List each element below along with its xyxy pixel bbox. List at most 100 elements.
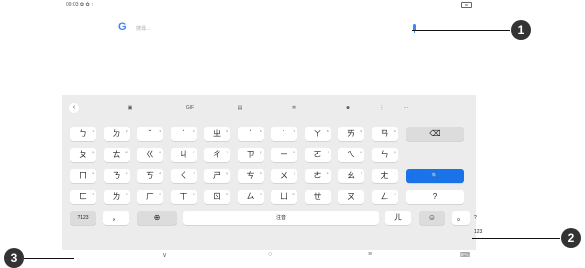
document-icon[interactable]: ▤ bbox=[230, 105, 250, 111]
callout-2: 2 bbox=[561, 228, 581, 248]
delete-key[interactable]: ⌫ bbox=[406, 127, 464, 141]
key-2[interactable]: ㄉ2 bbox=[103, 127, 130, 141]
key-y[interactable]: ㄗy bbox=[237, 148, 264, 162]
question-key[interactable]: ? bbox=[406, 190, 464, 204]
key-6[interactable]: ˊ6 bbox=[237, 127, 264, 141]
key-f[interactable]: ㄑf bbox=[170, 169, 197, 183]
er-key[interactable]: ㄦ bbox=[385, 211, 411, 225]
nav-recents-icon[interactable]: ≡ bbox=[368, 251, 372, 258]
battery-icon: 80 bbox=[461, 2, 472, 8]
key-hint: v bbox=[193, 192, 195, 196]
key-r[interactable]: ㄐr bbox=[170, 148, 197, 162]
key-hint: e bbox=[159, 150, 161, 154]
symbols-key[interactable]: ?123 bbox=[70, 211, 96, 225]
callout-1: 1 bbox=[511, 20, 531, 40]
key-n[interactable]: ㄙn bbox=[237, 190, 264, 204]
status-time: 09:03 ✿ ✿ ↑ bbox=[66, 2, 94, 8]
key-;[interactable]: ㄤ; bbox=[371, 169, 398, 183]
key-hint: f bbox=[193, 171, 195, 175]
key-3[interactable]: ˇ3 bbox=[137, 127, 163, 141]
more-icon[interactable]: ⋮ bbox=[372, 105, 392, 111]
callout-line-1 bbox=[412, 30, 510, 31]
key-hint: i bbox=[327, 150, 329, 154]
key-u[interactable]: ㄧu bbox=[271, 148, 297, 162]
globe-key[interactable]: ⊕ bbox=[137, 211, 177, 225]
key-8[interactable]: ㄚ8 bbox=[304, 127, 331, 141]
gif-button[interactable]: GIF bbox=[180, 105, 200, 111]
key-hint: 1 bbox=[92, 129, 94, 133]
callout-3: 3 bbox=[4, 248, 24, 268]
key-hint: ; bbox=[394, 171, 396, 175]
key-hint: 3 bbox=[159, 129, 161, 133]
back-icon[interactable]: ‹ bbox=[69, 103, 79, 113]
search-bar[interactable]: G 搜尋... bbox=[118, 21, 418, 37]
key-.[interactable]: ㄡ. bbox=[338, 190, 364, 204]
key-hint: u bbox=[293, 150, 295, 154]
search-input[interactable]: 搜尋... bbox=[136, 25, 150, 32]
key-7[interactable]: ˙ 7 bbox=[271, 127, 297, 141]
clipboard-icon[interactable]: ▣ bbox=[120, 105, 140, 111]
callout-line-2 bbox=[472, 238, 560, 239]
space-key[interactable]: 注音 bbox=[183, 211, 379, 225]
key-hint: w bbox=[125, 150, 128, 154]
key-t[interactable]: ㄔt bbox=[204, 148, 230, 162]
key-m[interactable]: ㄩm bbox=[271, 190, 297, 204]
key-4[interactable]: ˋ4 bbox=[170, 127, 197, 141]
key-hint: c bbox=[159, 192, 162, 196]
key-hint: 7 bbox=[293, 129, 295, 133]
tablet-screen: 09:03 ✿ ✿ ↑ 80 G 搜尋... ‹ ▣ GIF ▤ ✲ ☻ ⋮ ⋯… bbox=[62, 0, 482, 263]
comma-key[interactable]: ， bbox=[103, 211, 129, 225]
key-hint: 8 bbox=[326, 129, 329, 133]
key-hint: 0 bbox=[393, 129, 396, 133]
key-9[interactable]: ㄞ9 bbox=[338, 127, 364, 141]
key-k[interactable]: ㄜk bbox=[304, 169, 331, 183]
key-w[interactable]: ㄊw bbox=[103, 148, 130, 162]
key-hint: s bbox=[126, 171, 128, 175]
key-hint: r bbox=[193, 150, 195, 154]
key-hint: n bbox=[259, 192, 262, 196]
key-/[interactable]: ㄥ / bbox=[371, 190, 398, 204]
key-5[interactable]: ㄓ5 bbox=[204, 127, 230, 141]
nav-back-icon[interactable]: ∨ bbox=[162, 251, 167, 259]
nav-home-icon[interactable]: ○ bbox=[268, 251, 272, 258]
key-p[interactable]: ㄣp bbox=[371, 148, 398, 162]
key-h[interactable]: ㄘh bbox=[237, 169, 264, 183]
key-hint: . bbox=[361, 192, 362, 196]
key-hint: 6 bbox=[259, 129, 262, 133]
key-1[interactable]: ㄅ1 bbox=[70, 127, 96, 141]
key-s[interactable]: ㄋs bbox=[103, 169, 130, 183]
search-key[interactable]: 🔍 bbox=[406, 169, 464, 183]
key-e[interactable]: ㄍe bbox=[137, 148, 163, 162]
keyboard: ‹ ▣ GIF ▤ ✲ ☻ ⋮ ⋯ ㄅ 1 ㄉ 2 ˇ 3 ˋ 4 ㄓ 5 ˊ 6 ˙ 7 ㄚ 8 ㄞ 9 ㄢ 0 ㄆ q… bbox=[62, 95, 482, 250]
key-d[interactable]: ㄎd bbox=[137, 169, 163, 183]
key-hint: , bbox=[327, 192, 329, 196]
key-i[interactable]: ㄛi bbox=[304, 148, 331, 162]
key-hint: o bbox=[360, 150, 362, 154]
key-hint: b bbox=[226, 192, 228, 196]
key-a[interactable]: ㄇa bbox=[70, 169, 96, 183]
key-g[interactable]: ㄕg bbox=[204, 169, 230, 183]
key-o[interactable]: ㄟo bbox=[338, 148, 364, 162]
key-hint: m bbox=[292, 192, 296, 196]
key-c[interactable]: ㄏc bbox=[137, 190, 163, 204]
key-b[interactable]: ㄖb bbox=[204, 190, 230, 204]
keyboard-switch-icon[interactable]: ⌨ bbox=[460, 251, 470, 259]
key-z[interactable]: ㄈz bbox=[70, 190, 96, 204]
gear-icon[interactable]: ✲ bbox=[284, 105, 304, 111]
key-q[interactable]: ㄆq bbox=[70, 148, 96, 162]
key-hint: x bbox=[126, 192, 128, 196]
key-l[interactable]: ㄠl bbox=[338, 169, 364, 183]
emoji-key[interactable]: ☺ bbox=[419, 211, 445, 225]
period-key[interactable]: 。 bbox=[452, 211, 470, 225]
overflow-icon[interactable]: ⋯ bbox=[396, 105, 416, 111]
nav-bar: ∨ ○ ≡ ⌨ bbox=[62, 250, 476, 263]
key-0[interactable]: ㄢ0 bbox=[371, 127, 398, 141]
key-hint: 5 bbox=[226, 129, 228, 133]
key-hint: g bbox=[226, 171, 228, 175]
key-j[interactable]: ㄨj bbox=[271, 169, 297, 183]
key-hint: d bbox=[159, 171, 161, 175]
palette-icon[interactable]: ☻ bbox=[338, 105, 358, 111]
key-,[interactable]: ㄝ, bbox=[304, 190, 331, 204]
key-v[interactable]: ㄒv bbox=[170, 190, 197, 204]
key-x[interactable]: ㄌx bbox=[103, 190, 130, 204]
